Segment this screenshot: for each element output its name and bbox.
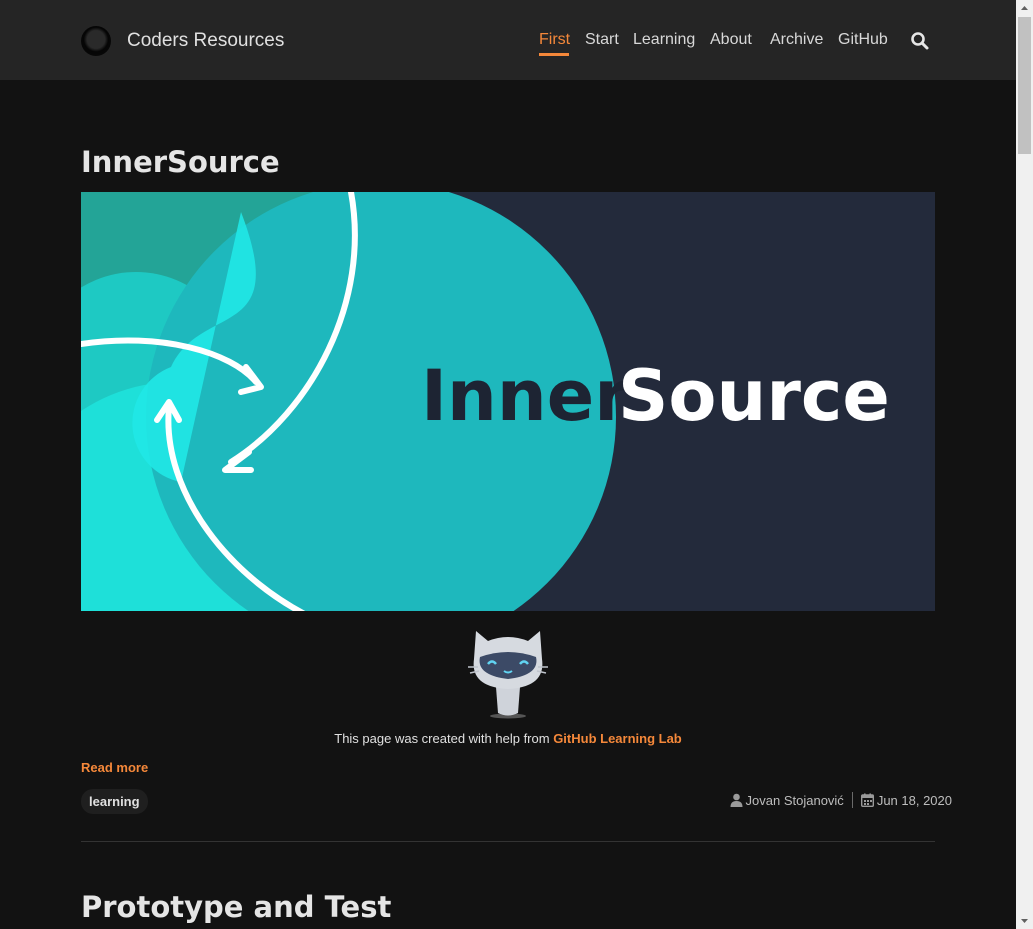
scroll-down-icon[interactable]	[1016, 912, 1033, 929]
meta-separator	[851, 792, 853, 808]
scroll-up-icon[interactable]	[1016, 0, 1033, 17]
read-more-link[interactable]: Read more	[81, 760, 148, 775]
nav-item-learning[interactable]: Learning	[633, 31, 695, 49]
logo-icon[interactable]	[81, 26, 111, 56]
calendar-icon	[860, 793, 874, 807]
credit-text: This page was created with help from	[334, 731, 554, 746]
nav-item-first[interactable]: First	[539, 31, 570, 49]
nav-item-archive[interactable]: Archive	[770, 31, 823, 49]
vertical-scrollbar[interactable]	[1016, 0, 1033, 929]
search-icon[interactable]	[910, 31, 930, 51]
post-hero-image[interactable]: Inner Source	[81, 192, 935, 611]
learning-lab-credit: This page was created with help from Git…	[0, 731, 1016, 746]
site-title[interactable]: Coders Resources	[127, 30, 284, 52]
nav-item-github[interactable]: GitHub	[838, 31, 888, 49]
post-title[interactable]: InnerSource	[81, 145, 280, 179]
active-nav-indicator	[539, 53, 569, 56]
tag-learning[interactable]: learning	[81, 789, 148, 814]
post-meta: Jovan Stojanović Jun 18, 2020	[730, 792, 952, 808]
scroll-thumb[interactable]	[1018, 17, 1031, 154]
user-icon	[730, 793, 743, 807]
site-header: Coders Resources First Start Learning Ab…	[0, 0, 1016, 80]
nav-item-start[interactable]: Start	[585, 31, 619, 49]
post-divider	[81, 841, 935, 842]
post-date: Jun 18, 2020	[876, 792, 952, 808]
next-post-title[interactable]: Prototype and Test	[81, 890, 391, 924]
hero-text-inner: Inner	[421, 355, 629, 437]
hero-text-source: Source	[618, 355, 890, 437]
github-learning-lab-link[interactable]: GitHub Learning Lab	[553, 731, 682, 746]
octocat-icon	[468, 631, 548, 719]
post-author: Jovan Stojanović	[745, 792, 844, 808]
nav-item-about[interactable]: About	[710, 31, 752, 49]
